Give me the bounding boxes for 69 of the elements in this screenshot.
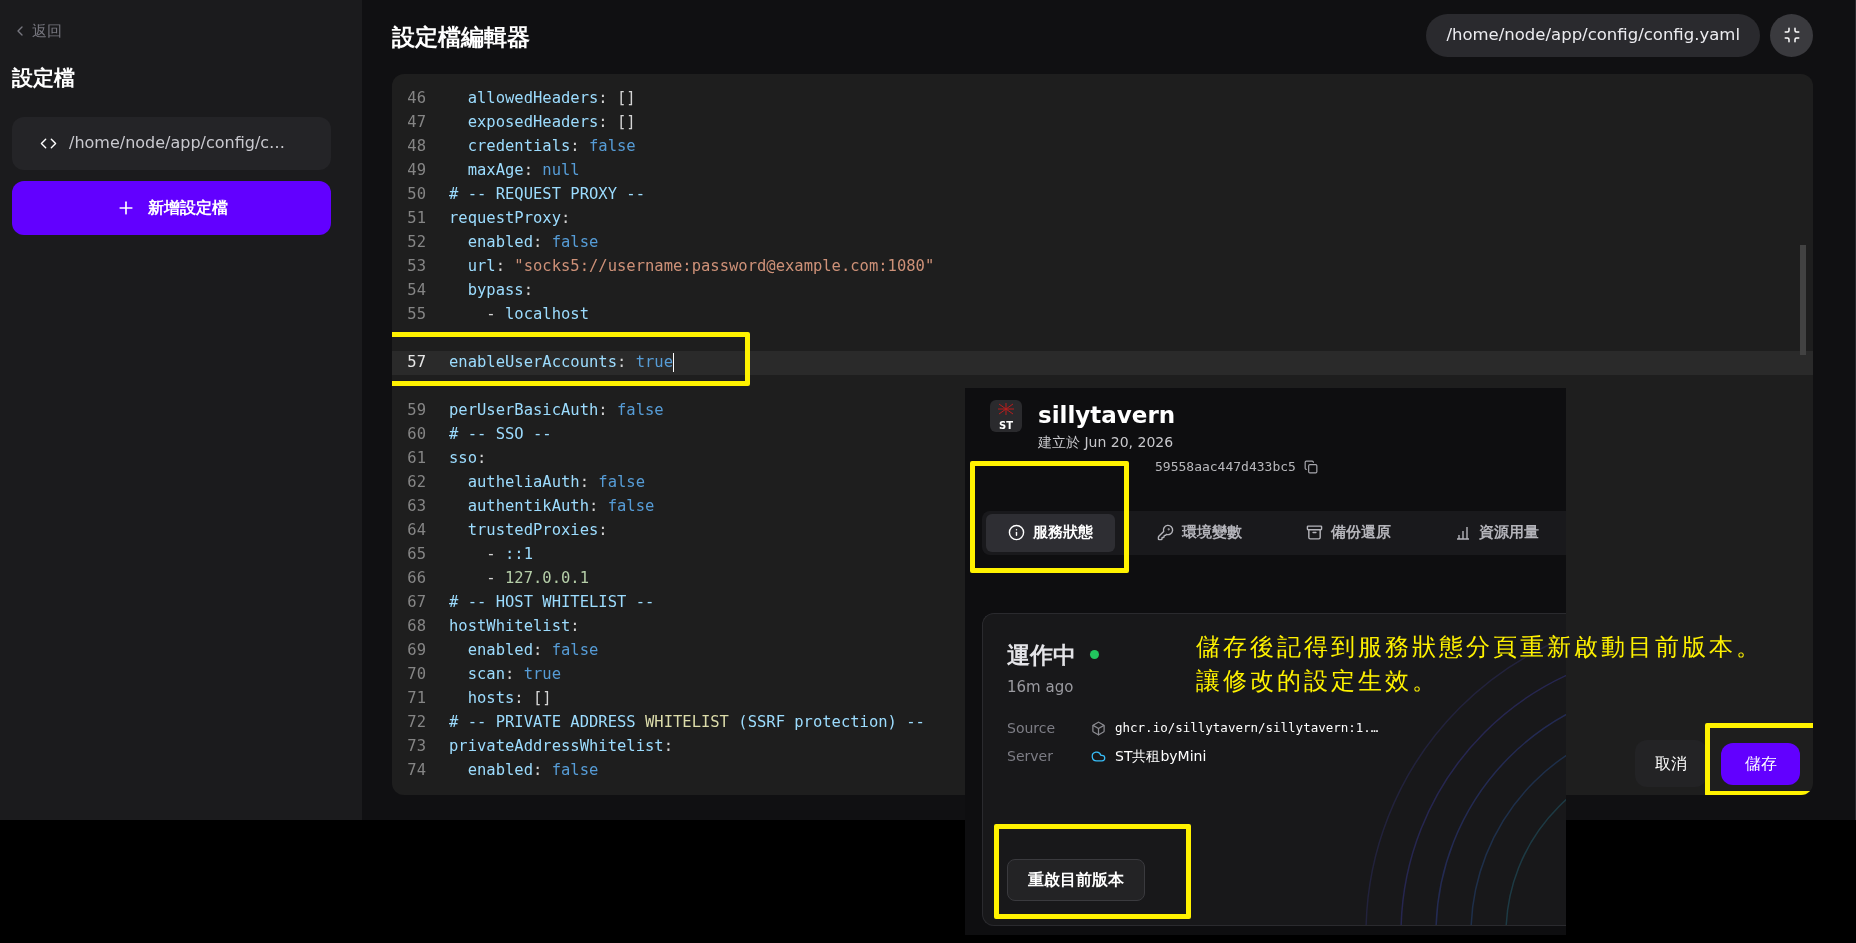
code-line: privateAddressWhitelist:: [449, 736, 673, 758]
line-number: 64: [406, 520, 426, 542]
line-number: 53: [406, 256, 426, 278]
code-line: perUserBasicAuth: false: [449, 400, 664, 422]
code-line: exposedHeaders: []: [466, 112, 636, 134]
line-number: 74: [406, 760, 426, 782]
field-value: ST共租byMini: [1115, 747, 1207, 766]
logo-text: ST: [999, 421, 1013, 431]
status-label: 運作中: [1007, 640, 1076, 670]
line-number: 49: [406, 160, 426, 182]
line-number: 66: [406, 568, 426, 590]
annotation-text: 儲存後記得到服務狀態分頁重新啟動目前版本。: [1196, 632, 1763, 663]
code-line: authentikAuth: false: [466, 496, 655, 518]
line-number: 47: [406, 112, 426, 134]
code-line: enabled: false: [466, 232, 599, 254]
annotation-text: 讓修改的設定生效。: [1196, 666, 1440, 697]
code-line: bypass:: [466, 280, 533, 302]
code-line: scan: true: [466, 664, 561, 686]
field-value: ghcr.io/sillytavern/sillytavern:1.…: [1115, 719, 1379, 738]
line-number: 62: [406, 472, 426, 494]
line-number: 69: [406, 640, 426, 662]
line-number: 46: [406, 88, 426, 110]
line-number: 65: [406, 544, 426, 566]
code-line: hosts: []: [466, 688, 552, 710]
code-line: url: "socks5://username:password@example.com:1080": [466, 256, 935, 278]
code-line: # -- REQUEST PROXY --: [449, 184, 645, 206]
editor-title: 設定檔編輯器: [392, 22, 530, 52]
file-path-pill: /home/node/app/config/config.yaml: [1426, 13, 1760, 57]
line-number: 72: [406, 712, 426, 734]
code-line: # -- SSO --: [449, 424, 552, 446]
line-number: 61: [406, 448, 426, 470]
line-number: 70: [406, 664, 426, 686]
code-line: requestProxy:: [449, 208, 571, 230]
line-number: 68: [406, 616, 426, 638]
code-line: hostWhitelist:: [449, 616, 580, 638]
field-label: Source: [1007, 719, 1057, 738]
code-line: trustedProxies:: [466, 520, 608, 542]
line-number: 71: [406, 688, 426, 710]
status-time: 16m ago: [1007, 677, 1074, 698]
line-number: 60: [406, 424, 426, 446]
line-number: 59: [406, 400, 426, 422]
code-line: - localhost: [485, 304, 589, 326]
code-line: autheliaAuth: false: [466, 472, 645, 494]
code-line: enabled: false: [466, 760, 599, 782]
code-line: credentials: false: [466, 136, 636, 158]
code-line: - 127.0.0.1: [485, 568, 589, 590]
code-line: allowedHeaders: []: [466, 88, 636, 110]
line-number: 55: [406, 304, 426, 326]
service-name: sillytavern: [1038, 401, 1177, 430]
code-line: enabled: false: [466, 640, 599, 662]
code-line: # -- HOST WHITELIST --: [449, 592, 655, 614]
line-number: 63: [406, 496, 426, 518]
code-line: sso:: [449, 448, 487, 470]
line-number: 52: [406, 232, 426, 254]
code-line: enableUserAccounts: true: [449, 352, 674, 375]
line-number: 48: [406, 136, 426, 158]
code-line: # -- PRIVATE ADDRESS WHITELIST (SSRF protection) --: [449, 712, 925, 734]
line-number: 57: [406, 352, 426, 374]
sidebar-title: 設定檔: [12, 65, 76, 92]
service-id: 59558aac447d433bc5: [1155, 458, 1296, 476]
code-line: - ::1: [485, 544, 533, 566]
line-number: 73: [406, 736, 426, 758]
line-number: 50: [406, 184, 426, 206]
line-number: 51: [406, 208, 426, 230]
field-label: Server: [1007, 747, 1054, 766]
created-date: 建立於 Jun 20, 2026: [1038, 433, 1175, 452]
line-number: 67: [406, 592, 426, 614]
line-number: 54: [406, 280, 426, 302]
code-line: maxAge: null: [466, 160, 580, 182]
